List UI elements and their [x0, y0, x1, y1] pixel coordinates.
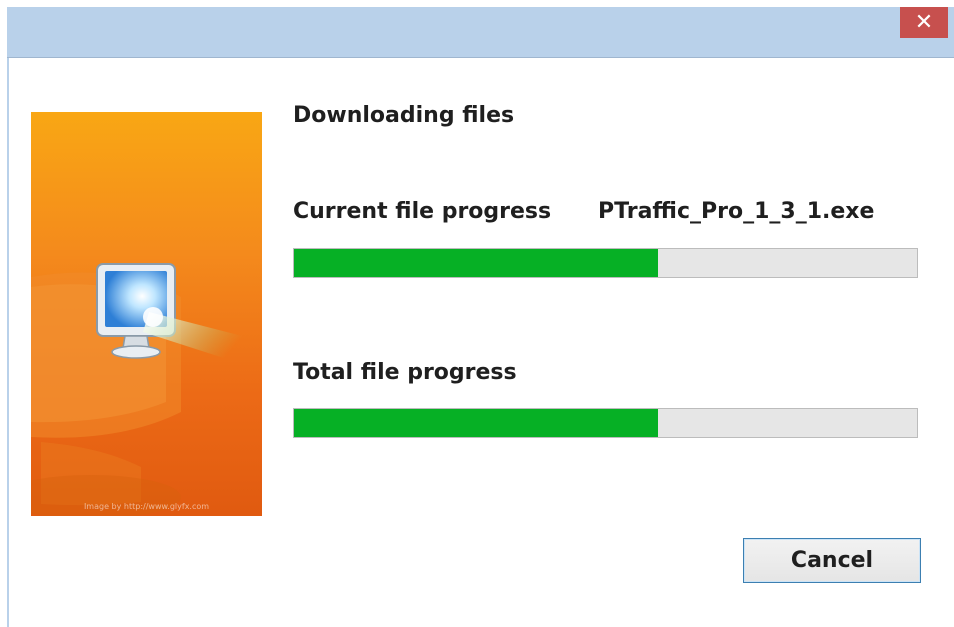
cancel-button-label: Cancel — [790, 548, 874, 573]
dialog-heading: Downloading files — [293, 103, 515, 128]
total-file-progress-fill — [294, 409, 659, 437]
download-dialog: ✕ Image by http://www.glyfx.com Download… — [0, 0, 954, 627]
current-file-progress-label: Current file progress — [293, 199, 552, 224]
cancel-button[interactable]: Cancel — [743, 538, 921, 583]
close-button[interactable]: ✕ — [900, 7, 948, 38]
close-icon: ✕ — [914, 9, 934, 35]
title-bar[interactable]: ✕ — [7, 7, 954, 58]
current-file-name: PTraffic_Pro_1_3_1.exe — [598, 199, 875, 224]
image-credit: Image by http://www.glyfx.com — [83, 502, 210, 511]
current-file-progress-fill — [294, 249, 659, 277]
monitor-illustration-icon — [31, 263, 246, 516]
current-file-progress-bar — [293, 248, 918, 278]
total-file-progress-bar — [293, 408, 918, 438]
total-file-progress-label: Total file progress — [293, 360, 517, 385]
download-illustration: Image by http://www.glyfx.com — [31, 112, 262, 516]
